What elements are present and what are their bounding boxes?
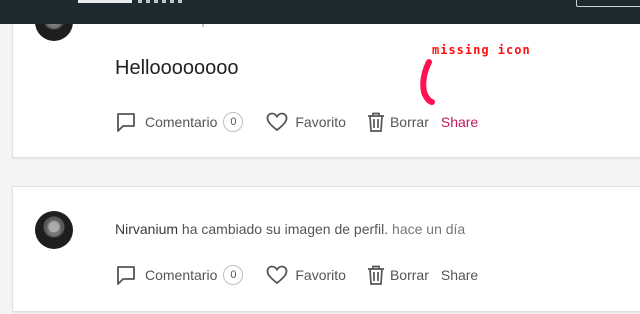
post-actions: Comentario 0 Favorito Borrar Share bbox=[115, 111, 478, 133]
post-actions: Comentario 0 Favorito Borrar Share bbox=[115, 264, 478, 286]
activity-text: ha cambiado su imagen de perfil. bbox=[181, 221, 389, 237]
favorite-label: Favorito bbox=[295, 267, 346, 283]
comment-label: Comentario bbox=[145, 267, 218, 283]
favorite-button[interactable]: Favorito bbox=[265, 264, 346, 286]
share-button[interactable]: Share bbox=[441, 267, 478, 283]
top-navigation-bar bbox=[0, 0, 640, 24]
activity-line: Nirvanium ha cambiado su imagen de perfi… bbox=[115, 221, 465, 237]
favorite-label: Favorito bbox=[295, 114, 346, 130]
delete-button[interactable]: Borrar bbox=[366, 264, 429, 286]
comment-icon bbox=[117, 266, 135, 285]
nav-menu-item[interactable] bbox=[138, 0, 182, 3]
annotation-text: missing icon bbox=[432, 43, 531, 57]
share-label: Share bbox=[440, 114, 479, 130]
delete-label: Borrar bbox=[389, 267, 429, 283]
nav-active-indicator bbox=[78, 0, 132, 3]
comment-button[interactable]: Comentario 0 bbox=[115, 111, 244, 133]
favorite-button[interactable]: Favorito bbox=[265, 111, 346, 133]
heart-icon bbox=[266, 265, 288, 285]
delete-button[interactable]: Borrar bbox=[366, 111, 429, 133]
comment-count-badge: 0 bbox=[223, 112, 244, 132]
post-content: Helloooooooo bbox=[115, 57, 239, 79]
share-button[interactable]: Share bbox=[441, 114, 478, 130]
comment-count-badge: 0 bbox=[223, 265, 244, 285]
heart-icon bbox=[266, 112, 288, 132]
username-link[interactable]: Nirvanium bbox=[115, 221, 178, 237]
share-label: Share bbox=[440, 267, 479, 283]
comment-button[interactable]: Comentario 0 bbox=[115, 264, 244, 286]
trash-icon bbox=[367, 265, 384, 285]
delete-label: Borrar bbox=[389, 114, 429, 130]
user-avatar-icon[interactable] bbox=[35, 211, 73, 249]
nav-search-box[interactable] bbox=[576, 0, 640, 7]
comment-label: Comentario bbox=[145, 114, 218, 130]
activity-card: Nirvanium ha cambiado su imagen de perfi… bbox=[12, 186, 640, 312]
trash-icon bbox=[367, 112, 384, 132]
activity-time: hace un día bbox=[392, 221, 466, 237]
annotation-arrow-mark bbox=[420, 59, 435, 105]
comment-icon bbox=[117, 113, 135, 132]
